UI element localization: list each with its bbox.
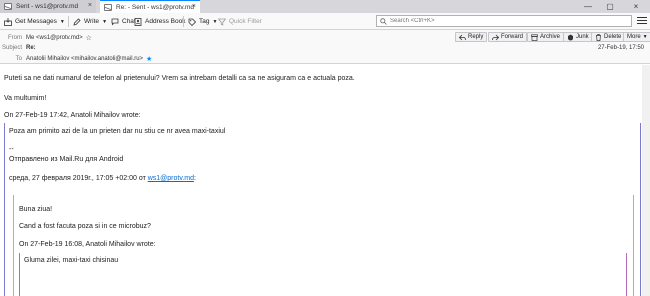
from-value[interactable]: Me <ws1@protv.md> xyxy=(26,35,83,41)
quote-text: Gluma zilei, maxi-taxi chisinau xyxy=(24,257,119,264)
from-row: From Me <ws1@protv.md> ☆ xyxy=(0,33,92,42)
toolbar-divider xyxy=(68,16,69,27)
pencil-icon xyxy=(73,17,81,26)
address-book-icon xyxy=(134,17,142,26)
message-date: 27-Feb-19, 17:50 xyxy=(597,45,644,51)
chat-button[interactable]: Chat xyxy=(111,16,136,27)
tab-sent[interactable]: Sent - ws1@protv.md × xyxy=(0,0,96,13)
quote-date-prefix: среда, 27 февраля 2019г., 17:05 +02:00 о… xyxy=(9,175,148,182)
more-label: More xyxy=(627,34,641,40)
body-paragraph: Va multumim! xyxy=(4,95,47,102)
chevron-down-icon[interactable]: ▼ xyxy=(102,19,107,25)
quote-date-suffix: : xyxy=(193,175,196,182)
subject-label: Subject xyxy=(1,44,22,51)
write-label: Write xyxy=(84,18,100,25)
star-icon[interactable]: ☆ xyxy=(86,34,92,42)
archive-button[interactable]: Archive xyxy=(527,32,565,42)
quote-date-line: среда, 27 февраля 2019г., 17:05 +02:00 о… xyxy=(9,175,196,182)
quote-text: Buna ziua! xyxy=(19,206,53,213)
star-filled-icon[interactable]: ★ xyxy=(146,55,152,63)
junk-icon xyxy=(568,34,573,40)
close-window-button[interactable]: × xyxy=(627,0,645,13)
forward-icon xyxy=(492,34,499,40)
inbox-download-icon xyxy=(4,17,12,26)
tab-label: Sent - ws1@protv.md xyxy=(16,3,79,10)
quote-text: Poza am primito azi de la un prieten dar… xyxy=(9,128,226,135)
delete-button[interactable]: Delete xyxy=(591,32,626,42)
message-header: From Me <ws1@protv.md> ☆ Subject Re: To … xyxy=(0,30,650,64)
to-value[interactable]: Anatolii Mihailov <mihailov.anatoli@mail… xyxy=(26,56,143,62)
maximize-button[interactable]: ▢ xyxy=(601,0,619,13)
search-box[interactable] xyxy=(376,15,632,27)
toolbar-divider xyxy=(183,16,184,27)
quote-text: Cand a fost facuta poza si in ce microbu… xyxy=(19,223,151,230)
get-messages-button[interactable]: Get Messages ▼ xyxy=(4,16,65,27)
reply-button[interactable]: Reply xyxy=(455,32,488,42)
get-messages-label: Get Messages xyxy=(15,18,57,25)
message-body: Puteti sa ne dati numarul de telefon al … xyxy=(0,65,650,296)
quote-level-3-bar xyxy=(626,253,627,296)
main-toolbar: Get Messages ▼ Write ▼ Chat Address Book… xyxy=(0,13,650,30)
write-button[interactable]: Write ▼ xyxy=(73,16,107,27)
junk-label: Junk xyxy=(576,34,589,40)
signature-text: Отправлено из Mail.Ru для Android xyxy=(9,156,124,163)
quick-filter-button[interactable]: Quick Filter xyxy=(218,16,262,27)
more-button[interactable]: More ▼ xyxy=(623,32,650,42)
scrollbar[interactable] xyxy=(642,65,650,296)
search-input[interactable] xyxy=(390,18,610,24)
minimize-button[interactable]: — xyxy=(579,0,597,13)
reply-label: Reply xyxy=(468,34,484,40)
tag-label: Tag xyxy=(199,18,210,25)
from-label: From xyxy=(8,34,22,41)
chevron-down-icon: ▼ xyxy=(642,34,648,40)
chat-icon xyxy=(111,18,119,25)
email-link[interactable]: ws1@protv.md xyxy=(148,175,194,182)
close-tab-icon[interactable]: × xyxy=(88,2,92,9)
quote-level-3-bar xyxy=(19,253,20,296)
tab-message[interactable]: Re: - Sent - ws1@protv.md × xyxy=(100,0,200,13)
quote-level-2-bar xyxy=(13,195,14,296)
junk-button[interactable]: Junk xyxy=(563,32,593,42)
reply-icon xyxy=(459,34,466,40)
quote-level-2-bar xyxy=(633,195,634,296)
quote-header: On 27-Feb-19 17:42, Anatoli Mihailov wro… xyxy=(4,112,141,119)
quote-level-1-bar xyxy=(4,123,5,296)
tag-button[interactable]: Tag ▼ xyxy=(188,16,217,27)
search-icon xyxy=(380,17,387,25)
archive-icon xyxy=(531,33,538,41)
subject-row: Subject Re: xyxy=(0,43,36,52)
hamburger-menu-icon[interactable] xyxy=(637,17,647,26)
address-book-label: Address Book xyxy=(145,18,186,25)
signature-separator: -- xyxy=(9,146,14,153)
archive-label: Archive xyxy=(540,34,561,40)
forward-button[interactable]: Forward xyxy=(488,32,528,42)
to-row: To Anatolii Mihailov <mihailov.anatoli@m… xyxy=(0,54,153,63)
subject-value: Re: xyxy=(26,44,36,51)
quote-level-1-bar xyxy=(640,123,641,296)
chevron-down-icon[interactable]: ▼ xyxy=(60,19,65,25)
mail-icon xyxy=(104,3,112,11)
tag-icon xyxy=(188,18,196,26)
filter-icon xyxy=(218,18,226,26)
forward-label: Forward xyxy=(501,34,524,40)
close-tab-icon[interactable]: × xyxy=(192,3,196,10)
to-label: To xyxy=(15,55,22,62)
mail-icon xyxy=(4,3,12,10)
title-bar: Sent - ws1@protv.md × Re: - Sent - ws1@p… xyxy=(0,0,650,13)
delete-label: Delete xyxy=(604,34,622,40)
tab-label: Re: - Sent - ws1@protv.md xyxy=(116,3,194,11)
quick-filter-label: Quick Filter xyxy=(229,18,262,25)
quote-header: On 27-Feb-19 16:08, Anatoli Mihailov wro… xyxy=(19,241,156,248)
address-book-button[interactable]: Address Book xyxy=(134,16,185,27)
trash-icon xyxy=(596,33,601,41)
chevron-down-icon[interactable]: ▼ xyxy=(212,19,217,25)
body-paragraph: Puteti sa ne dati numarul de telefon al … xyxy=(4,75,355,82)
